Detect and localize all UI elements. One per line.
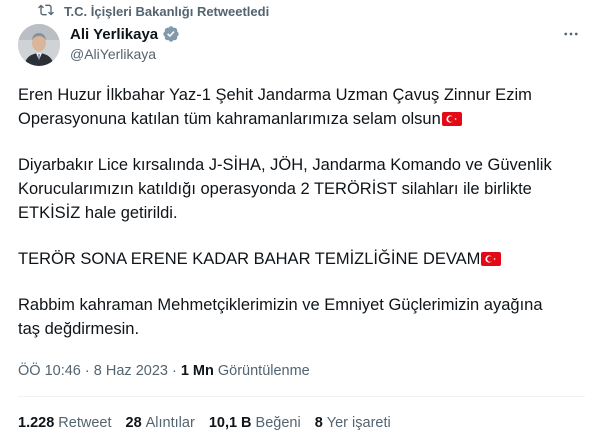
likes-stat[interactable]: 10,1 B Beğeni: [209, 415, 301, 431]
tweet-time: ÖÖ 10:46: [18, 363, 81, 379]
views-label: Görüntülenme: [217, 363, 310, 379]
avatar[interactable]: [18, 24, 60, 66]
likes-count: 10,1 B: [208, 415, 252, 431]
author-name[interactable]: Ali Yerlikaya: [70, 26, 158, 43]
tweet-paragraph-text: Rabbim kahraman Mehmetçiklerimizin ve Em…: [18, 296, 543, 338]
tweet-paragraph: TERÖR SONA ERENE KADAR BAHAR TEMİZLİĞİNE…: [18, 247, 588, 271]
retweets-count: 1.228: [18, 415, 55, 431]
bookmarks-count: 8: [314, 415, 323, 431]
retweet-context[interactable]: T.C. İçişleri Bakanlığı Retweetledi: [38, 2, 269, 20]
verified-badge-icon[interactable]: [162, 25, 180, 43]
author-handle[interactable]: @AliYerlikaya: [70, 46, 180, 62]
retweets-stat[interactable]: 1.228 Retweet: [18, 415, 112, 431]
retweet-context-label: T.C. İçişleri Bakanlığı Retweetledi: [64, 3, 270, 19]
tweet-paragraph: Eren Huzur İlkbahar Yaz-1 Şehit Jandarma…: [18, 83, 588, 131]
tweet-text: Eren Huzur İlkbahar Yaz-1 Şehit Jandarma…: [18, 83, 588, 363]
retweets-label: Retweet: [58, 415, 112, 431]
engagement-stats: 1.228 Retweet 28 Alıntılar 10,1 B Beğeni 8Y…: [18, 415, 391, 431]
tweet-date: 8 Haz 2023: [93, 363, 168, 379]
more-options-icon: [562, 25, 580, 48]
quotes-count: 28: [125, 415, 142, 431]
more-options-button[interactable]: [557, 26, 585, 46]
tweet-paragraph: Diyarbakır Lice kırsalında J-SİHA, JÖH, …: [18, 153, 588, 225]
bookmarks-stat[interactable]: 8 Yer işareti: [315, 415, 391, 431]
turkish-flag-icon: [441, 112, 462, 126]
quotes-label: Alıntılar: [145, 415, 195, 431]
tweet-paragraph-text: TERÖR SONA ERENE KADAR BAHAR TEMİZLİĞİNE…: [18, 250, 481, 268]
bookmarks-label: Yer işareti: [326, 415, 391, 431]
meta-separator: ·: [171, 363, 177, 379]
views-count: 1 Mn: [180, 363, 214, 379]
likes-label: Beğeni: [255, 415, 301, 431]
retweet-icon: [38, 2, 54, 21]
tweet-timestamp[interactable]: ÖÖ 10:46 · 8 Haz 2023: [18, 363, 168, 379]
author-block[interactable]: Ali Yerlikaya @AliYerlikaya: [70, 24, 180, 62]
tweet-paragraph: Rabbim kahraman Mehmetçiklerimizin ve Em…: [18, 293, 588, 341]
divider: [18, 396, 585, 397]
tweet-meta: ÖÖ 10:46 · 8 Haz 2023 · 1 Mn Görüntülenm…: [18, 363, 310, 379]
tweet-paragraph-text: Diyarbakır Lice kırsalında J-SİHA, JÖH, …: [18, 156, 552, 222]
meta-separator: ·: [84, 363, 90, 379]
turkish-flag-icon: [481, 252, 502, 266]
quotes-stat[interactable]: 28 Alıntılar: [126, 415, 195, 431]
